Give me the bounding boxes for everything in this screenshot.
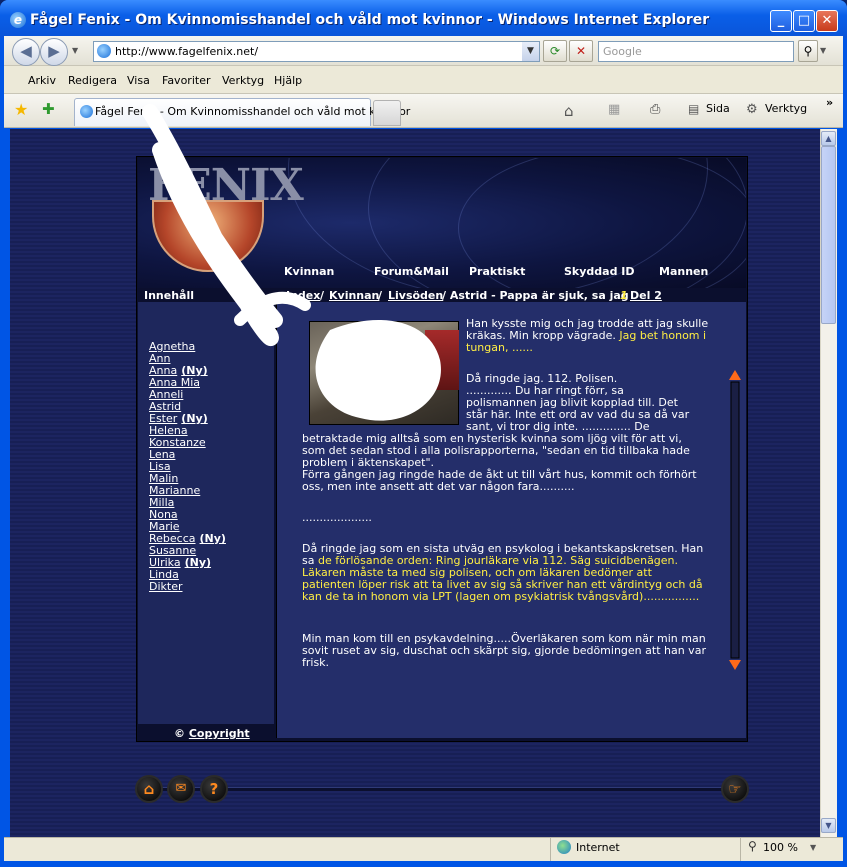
breadcrumb-del2[interactable]: Del 2: [630, 289, 662, 302]
tools-gear-icon[interactable]: ⚙: [746, 102, 758, 117]
sidebar-heading: Innehåll: [144, 289, 195, 302]
search-icon[interactable]: ⚲: [798, 40, 818, 62]
menu-arkiv[interactable]: Arkiv: [28, 74, 56, 87]
tab-label[interactable]: Fågel Fenix - Om Kvinnomisshandel och vå…: [95, 105, 410, 118]
menu-visa[interactable]: Visa: [127, 74, 150, 87]
copyright-symbol: ©: [174, 727, 185, 740]
nav-praktiskt[interactable]: Praktiskt: [469, 265, 525, 278]
favorites-star-icon[interactable]: ★: [14, 100, 28, 119]
zoom-dropdown-icon[interactable]: ▼: [810, 843, 816, 852]
refresh-icon[interactable]: ⟳: [543, 40, 567, 62]
close-button[interactable]: ✕: [816, 10, 838, 32]
home-icon[interactable]: ⌂: [564, 102, 574, 120]
zoom-icon[interactable]: ⚲: [748, 839, 757, 853]
status-divider: [740, 837, 741, 861]
nav-forum-mail[interactable]: Forum&Mail: [374, 265, 449, 278]
help-button-icon[interactable]: ?: [200, 775, 228, 803]
breadcrumb-index[interactable]: Index: [286, 289, 320, 302]
scroll-down-icon[interactable]: ▼: [821, 818, 836, 833]
page-menu[interactable]: Sida: [706, 102, 730, 115]
window-title: Fågel Fenix - Om Kvinnomisshandel och vå…: [30, 12, 710, 28]
sidebar-item-dikter[interactable]: Dikter: [149, 580, 183, 593]
photo-detail: [425, 330, 459, 390]
url-dropdown-icon[interactable]: ▼: [522, 42, 539, 61]
nav-kvinnan[interactable]: Kvinnan: [284, 265, 334, 278]
search-options-icon[interactable]: ▼: [820, 46, 826, 55]
sidebar-item-label[interactable]: Dikter: [149, 580, 183, 593]
pointer-button-icon[interactable]: ☞: [721, 775, 749, 803]
paragraph-5: Min man kom till en psykavdelning.....Öv…: [302, 632, 706, 669]
copyright-link[interactable]: Copyright: [189, 727, 250, 740]
paragraph-4: Då ringde jag som en sista utväg en psyk…: [302, 543, 707, 603]
search-placeholder: Google: [603, 45, 642, 58]
paragraph-3: Förra gången jag ringde hade de åkt ut t…: [302, 468, 697, 493]
status-bar: [4, 837, 843, 861]
dots: ....................: [302, 511, 372, 524]
new-badge: (Ny): [199, 532, 226, 545]
back-button[interactable]: ◀: [12, 38, 40, 66]
menu-verktyg[interactable]: Verktyg: [222, 74, 264, 87]
new-badge: (Ny): [184, 556, 212, 569]
p2-rest: betraktade mig alltså som en hysterisk k…: [302, 432, 690, 469]
status-divider: [550, 837, 551, 861]
content-scroll-track[interactable]: [730, 381, 740, 659]
copyright: © Copyright: [174, 727, 250, 740]
zoom-level[interactable]: 100 %: [763, 841, 798, 854]
more-tools-icon[interactable]: »: [826, 96, 833, 109]
add-favorite-icon[interactable]: ✚: [42, 100, 55, 118]
zone-label: Internet: [576, 841, 620, 854]
page-icon-tool[interactable]: ▤: [688, 102, 699, 116]
content-scrollbar[interactable]: [729, 370, 741, 670]
forward-button[interactable]: ▶: [40, 38, 68, 66]
internet-globe-icon: [557, 840, 571, 854]
minimize-button[interactable]: _: [770, 10, 792, 32]
breadcrumb-kvinnan[interactable]: Kvinnan: [329, 289, 379, 302]
nav-mannen[interactable]: Mannen: [659, 265, 708, 278]
breadcrumb-sep: /: [320, 289, 325, 302]
breadcrumb-page-number: 1: [620, 289, 628, 302]
menu-hjalp[interactable]: Hjälp: [274, 74, 302, 87]
menu-favoriter[interactable]: Favoriter: [162, 74, 210, 87]
ie-logo-icon: e: [10, 12, 26, 28]
feeds-icon[interactable]: ▦: [608, 102, 620, 117]
home-button-icon[interactable]: ⌂: [135, 775, 163, 803]
nav-skyddad-id[interactable]: Skyddad ID: [564, 265, 635, 278]
scroll-thumb[interactable]: [821, 146, 836, 324]
url-text[interactable]: http://www.fagelfenix.net/: [115, 45, 258, 58]
breadcrumb-current: / Astrid - Pappa är sjuk, sa jag: [442, 289, 629, 302]
stop-icon[interactable]: ✕: [569, 40, 593, 62]
print-icon[interactable]: ⎙: [650, 102, 660, 117]
scroll-up-icon[interactable]: ▲: [821, 131, 836, 146]
breadcrumb-sep: /: [378, 289, 383, 302]
tools-menu[interactable]: Verktyg: [765, 102, 807, 115]
content-scroll-up-icon[interactable]: [729, 370, 741, 380]
mail-button-icon[interactable]: ✉: [167, 775, 195, 803]
menu-redigera[interactable]: Redigera: [68, 74, 117, 87]
history-dropdown-icon[interactable]: ▼: [72, 46, 78, 55]
breadcrumb-livsoden[interactable]: Livsöden: [388, 289, 443, 302]
maximize-button[interactable]: □: [793, 10, 815, 32]
tab-page-icon: [80, 105, 93, 118]
new-tab-button[interactable]: [373, 100, 401, 126]
content-scroll-down-icon[interactable]: [729, 660, 741, 670]
page-icon: [97, 44, 111, 58]
p4-highlight: de förlösande orden: Ring jourläkare via…: [302, 554, 703, 603]
paragraph-1: Han kysste mig och jag trodde att jag sk…: [466, 318, 711, 354]
